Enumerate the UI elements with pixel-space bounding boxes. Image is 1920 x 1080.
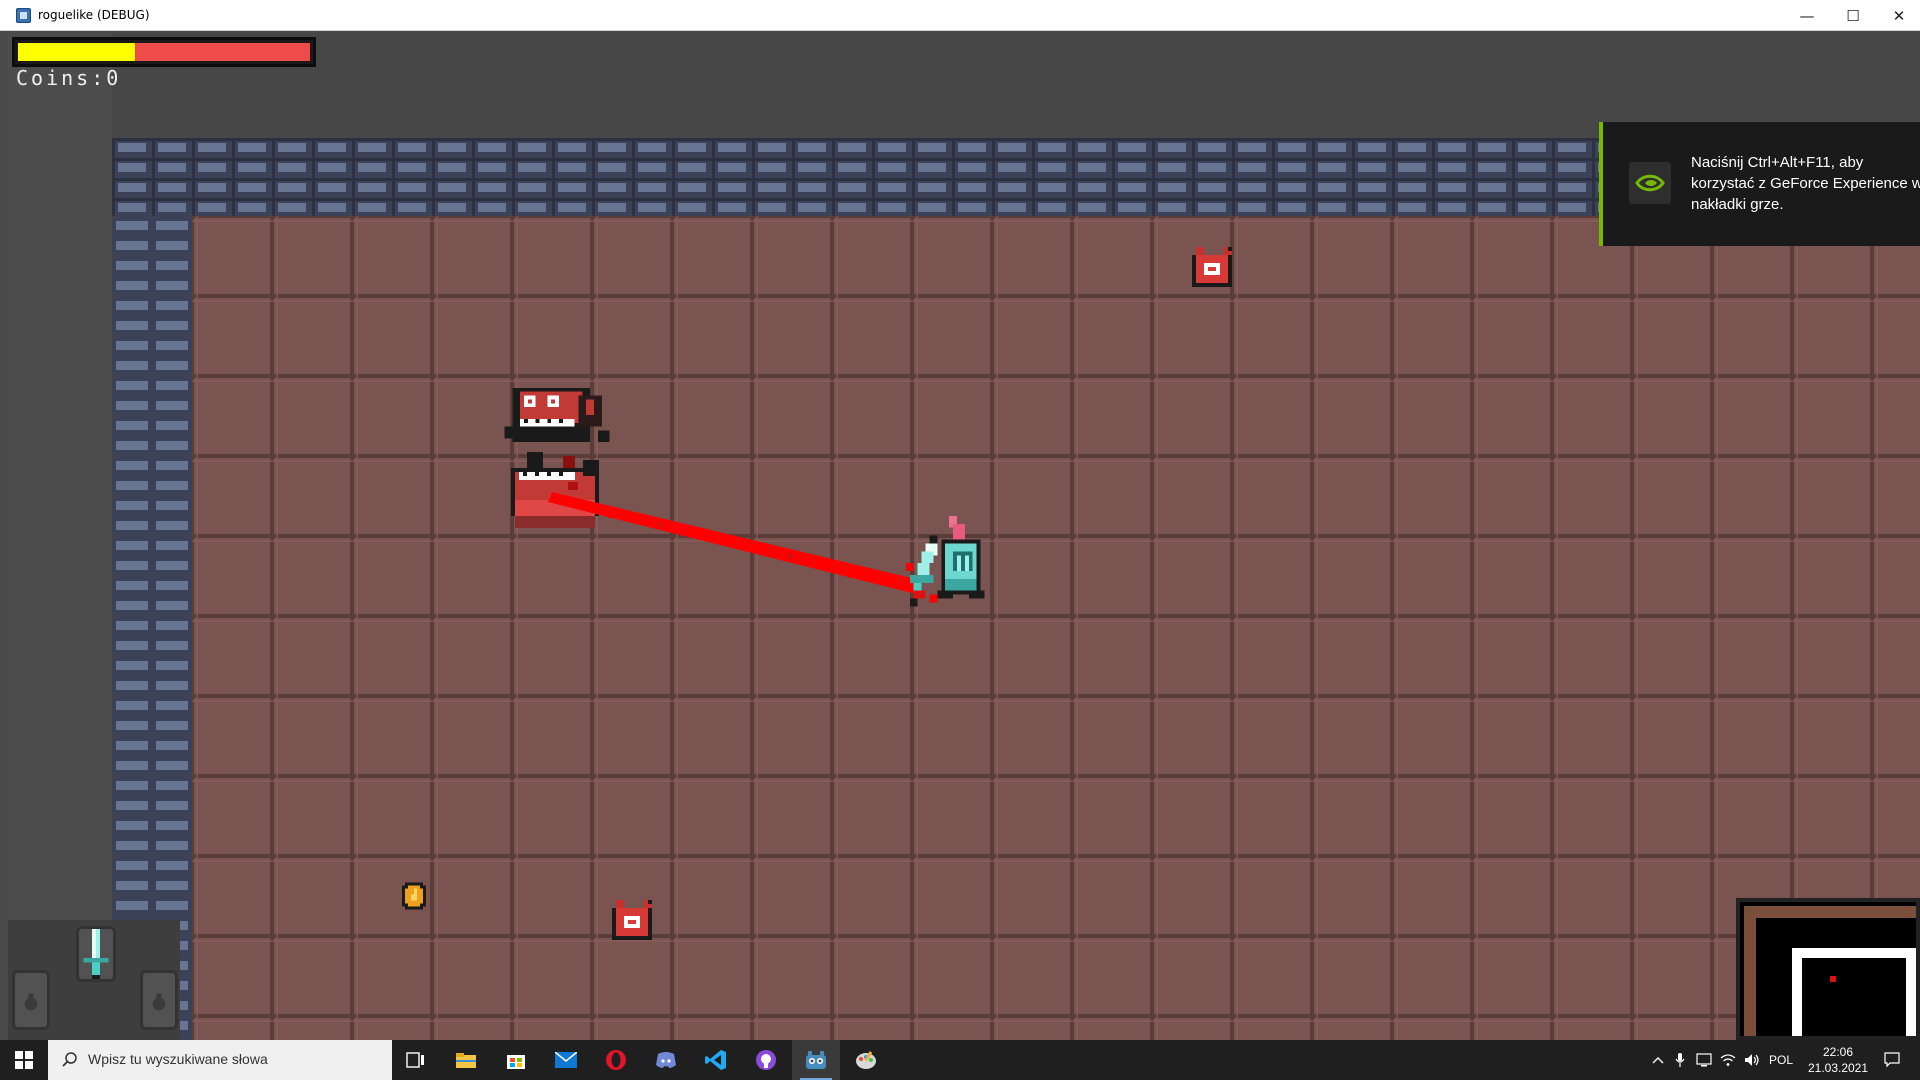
github-button[interactable] bbox=[742, 1040, 790, 1080]
file-explorer-icon bbox=[456, 1053, 476, 1068]
inventory-panel bbox=[8, 920, 180, 1040]
close-button[interactable]: ✕ bbox=[1876, 0, 1920, 31]
game-viewport[interactable]: Coins:0 Naciśnij Ctrl+Alt+F11, aby korzy… bbox=[8, 32, 1920, 1040]
vscode-button[interactable] bbox=[692, 1040, 740, 1080]
item-slot-left[interactable] bbox=[12, 970, 50, 1030]
system-clock[interactable]: 22:06 21.03.2021 bbox=[1798, 1044, 1878, 1076]
sword-icon bbox=[83, 929, 109, 979]
demon-enemy bbox=[504, 387, 610, 443]
void-area bbox=[8, 32, 112, 1040]
geforce-notification[interactable]: Naciśnij Ctrl+Alt+F11, aby korzystać z G… bbox=[1599, 122, 1920, 246]
start-button[interactable] bbox=[0, 1040, 48, 1080]
weapon-slot[interactable] bbox=[76, 926, 116, 982]
nvidia-icon bbox=[1629, 162, 1671, 204]
godot-icon bbox=[806, 1051, 826, 1069]
maximize-button[interactable]: ☐ bbox=[1830, 0, 1876, 31]
mail-icon bbox=[555, 1052, 577, 1068]
store-icon bbox=[507, 1055, 525, 1069]
paint-icon bbox=[856, 1051, 876, 1069]
health-bar-fill bbox=[18, 43, 135, 61]
nvidia-tray[interactable] bbox=[1694, 1040, 1714, 1080]
minimap-rooms bbox=[1740, 902, 1916, 1036]
search-placeholder: Wpisz tu wyszukiwane słowa bbox=[88, 1051, 268, 1067]
language-indicator[interactable]: POL bbox=[1766, 1040, 1796, 1080]
mail-button[interactable] bbox=[542, 1040, 590, 1080]
coin-counter: Coins:0 bbox=[16, 66, 122, 90]
windows-taskbar: Wpisz tu wyszukiwane słowa POL 22:06 21.… bbox=[0, 1040, 1920, 1080]
task-view-button[interactable] bbox=[392, 1040, 440, 1080]
minimap bbox=[1736, 898, 1920, 1040]
laser-beam bbox=[548, 482, 920, 594]
windows-icon bbox=[15, 1051, 33, 1069]
paint-button[interactable] bbox=[842, 1040, 890, 1080]
tray-overflow-button[interactable] bbox=[1648, 1040, 1668, 1080]
health-bar-missing bbox=[135, 43, 310, 61]
task-view-icon bbox=[406, 1052, 424, 1068]
volume-icon bbox=[1745, 1054, 1759, 1066]
clock-time: 22:06 bbox=[1822, 1045, 1854, 1059]
wifi-tray[interactable] bbox=[1718, 1040, 1738, 1080]
health-bar bbox=[12, 37, 316, 67]
wifi-icon bbox=[1720, 1054, 1736, 1066]
wall-left bbox=[112, 216, 192, 1040]
godot-button[interactable] bbox=[792, 1040, 840, 1080]
player-marker bbox=[1830, 976, 1836, 982]
clock-date: 21.03.2021 bbox=[1807, 1061, 1869, 1075]
display-icon bbox=[1696, 1053, 1712, 1067]
microphone-icon bbox=[1675, 1053, 1685, 1067]
imp-enemy bbox=[1192, 247, 1232, 287]
item-slot-right[interactable] bbox=[140, 970, 178, 1030]
chevron-up-icon bbox=[1652, 1057, 1664, 1064]
microphone-tray[interactable] bbox=[1670, 1040, 1690, 1080]
search-icon bbox=[62, 1052, 77, 1067]
volume-tray[interactable] bbox=[1742, 1040, 1762, 1080]
opera-icon bbox=[606, 1050, 626, 1070]
store-button[interactable] bbox=[492, 1040, 540, 1080]
dungeon-floor bbox=[192, 216, 1920, 1040]
notification-icon bbox=[1884, 1052, 1900, 1068]
window-titlebar: roguelike (DEBUG) — ☐ ✕ bbox=[0, 0, 1920, 31]
imp-enemy bbox=[612, 900, 652, 940]
vscode-icon bbox=[705, 1050, 726, 1070]
coin-pickup bbox=[402, 882, 426, 910]
github-icon bbox=[756, 1050, 776, 1070]
file-explorer-button[interactable] bbox=[442, 1040, 490, 1080]
window-title: roguelike (DEBUG) bbox=[38, 8, 150, 22]
empty-slot-icon bbox=[152, 993, 166, 1011]
taskbar-search[interactable]: Wpisz tu wyszukiwane słowa bbox=[48, 1040, 392, 1080]
discord-button[interactable] bbox=[642, 1040, 690, 1080]
opera-button[interactable] bbox=[592, 1040, 640, 1080]
notifications-button[interactable] bbox=[1872, 1040, 1912, 1080]
geforce-message: Naciśnij Ctrl+Alt+F11, aby korzystać z G… bbox=[1691, 154, 1920, 213]
minimize-button[interactable]: — bbox=[1784, 0, 1830, 31]
godot-app-icon bbox=[16, 8, 31, 23]
empty-slot-icon bbox=[24, 993, 38, 1011]
discord-icon bbox=[656, 1052, 676, 1068]
knight-player bbox=[905, 515, 985, 607]
